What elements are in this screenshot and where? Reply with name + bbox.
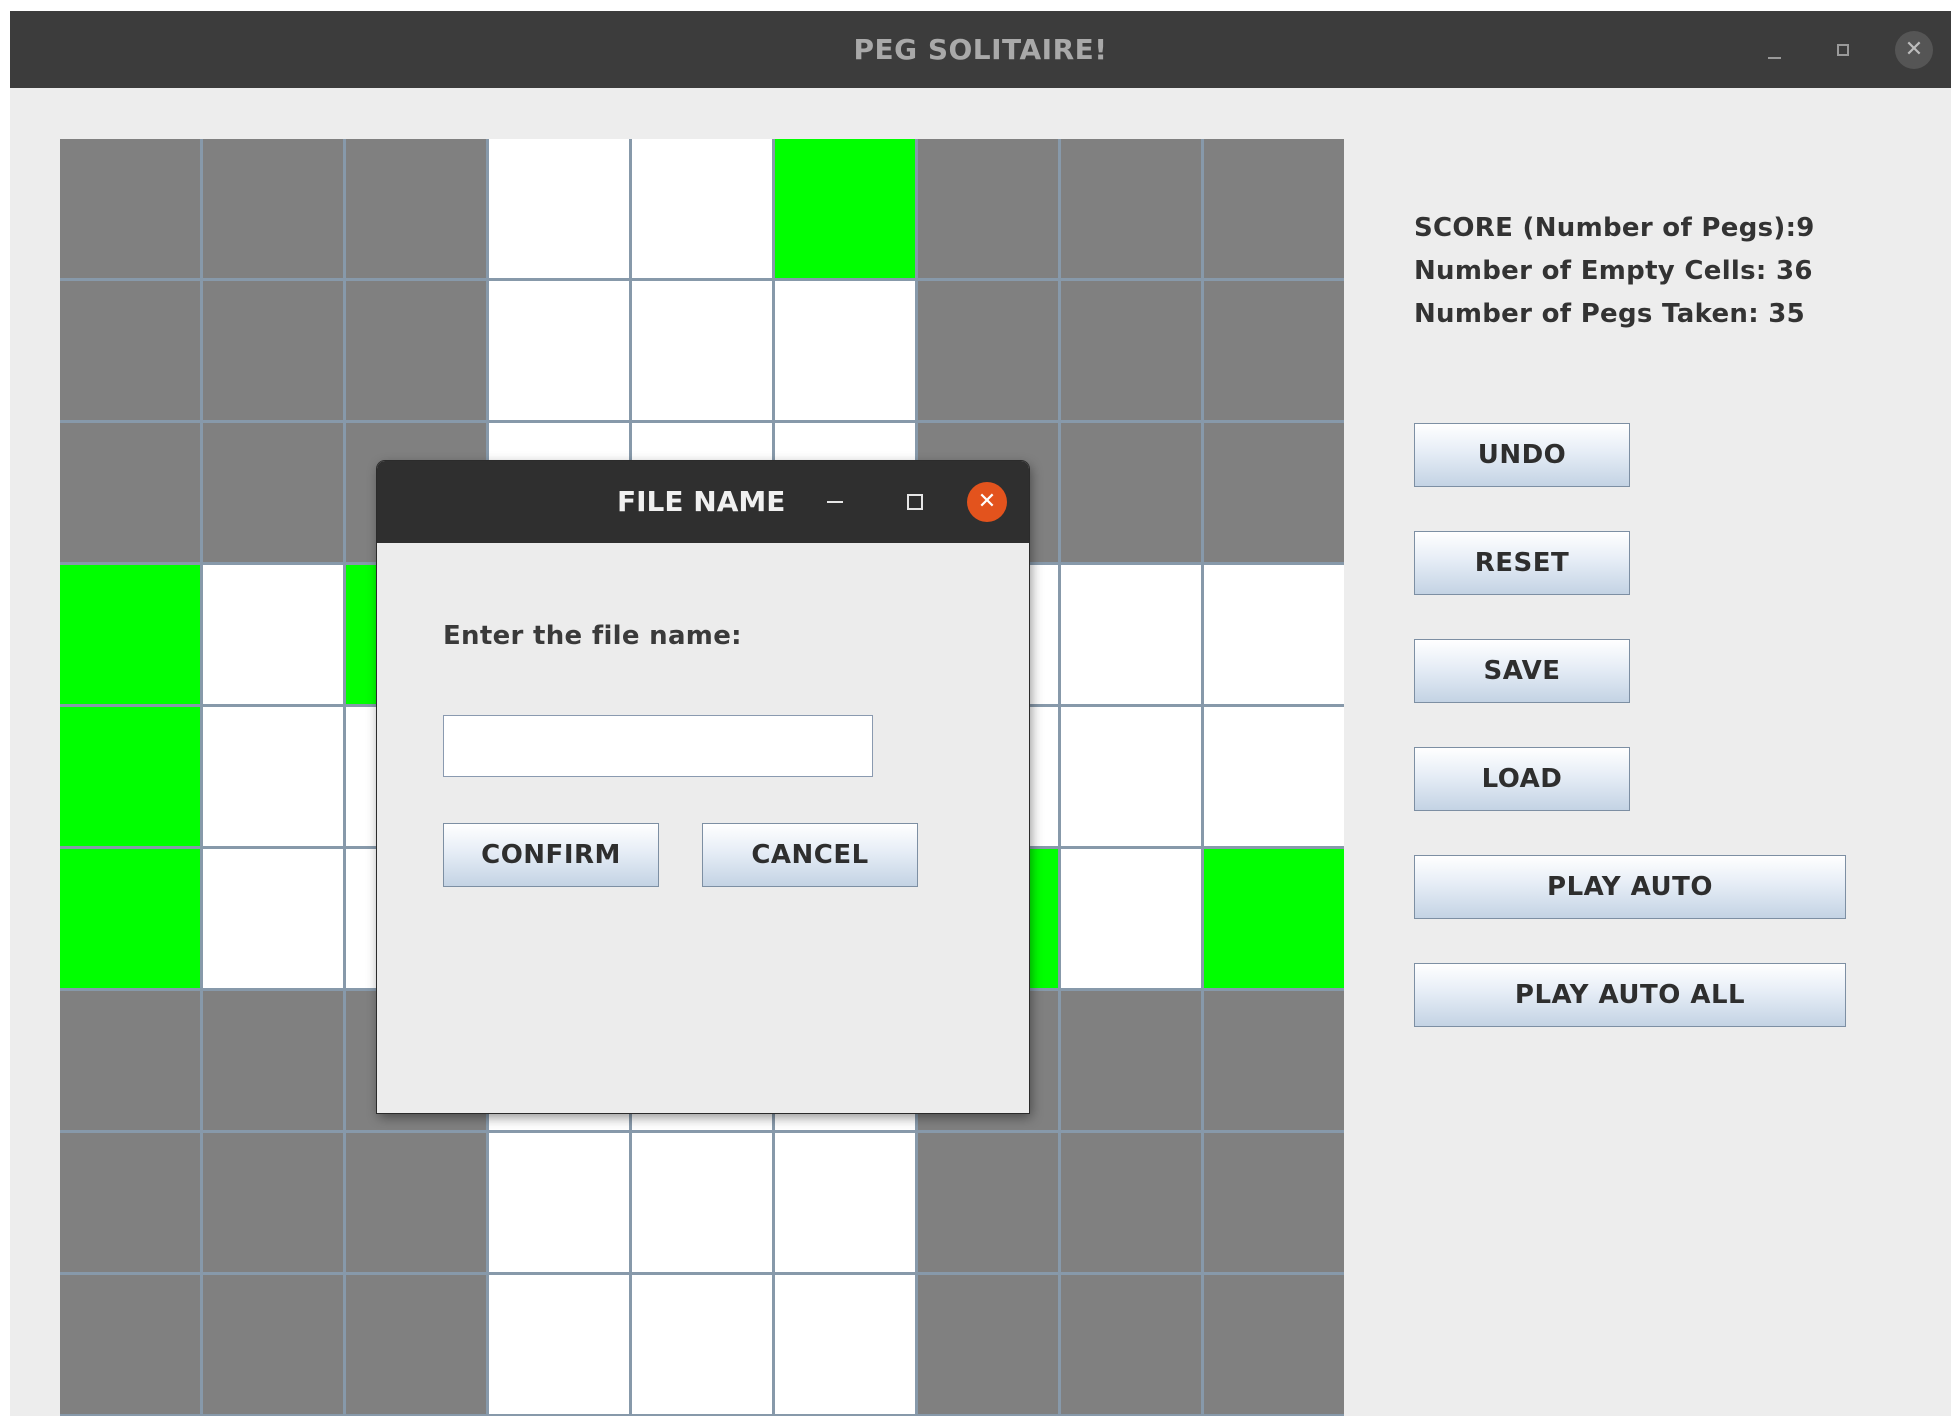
board-cell-empty[interactable] xyxy=(775,1133,915,1272)
board-cell-invalid xyxy=(1061,139,1201,278)
minimize-icon xyxy=(1768,57,1781,59)
board-cell-empty[interactable] xyxy=(489,139,629,278)
board-cell-invalid xyxy=(1061,991,1201,1130)
board-cell-empty[interactable] xyxy=(632,281,772,420)
reset-button[interactable]: RESET xyxy=(1414,531,1630,595)
board-cell-invalid xyxy=(60,281,200,420)
board-cell-empty[interactable] xyxy=(1204,707,1344,846)
confirm-button[interactable]: CONFIRM xyxy=(443,823,659,887)
board-cell-empty[interactable] xyxy=(489,1275,629,1414)
board-cell-invalid xyxy=(1061,1275,1201,1414)
board-cell-peg[interactable] xyxy=(60,565,200,704)
board-cell-peg[interactable] xyxy=(1204,849,1344,988)
board-cell-empty[interactable] xyxy=(775,1275,915,1414)
board-cell-peg[interactable] xyxy=(60,849,200,988)
board-cell-invalid xyxy=(1061,423,1201,562)
dialog-close-icon[interactable]: ✕ xyxy=(967,482,1007,522)
pegs-taken-label: Number of Pegs Taken: 35 xyxy=(1414,299,1806,329)
board-cell-empty[interactable] xyxy=(203,707,343,846)
close-button[interactable]: ✕ xyxy=(1895,31,1933,69)
board-cell-invalid xyxy=(203,281,343,420)
board-cell-invalid xyxy=(203,1275,343,1414)
board-cell-invalid xyxy=(1204,281,1344,420)
undo-button[interactable]: UNDO xyxy=(1414,423,1630,487)
board-cell-empty[interactable] xyxy=(632,1275,772,1414)
window-title: PEG SOLITAIRE! xyxy=(853,33,1108,66)
load-button[interactable]: LOAD xyxy=(1414,747,1630,811)
board-cell-invalid xyxy=(346,139,486,278)
board-cell-empty[interactable] xyxy=(1061,707,1201,846)
save-button[interactable]: SAVE xyxy=(1414,639,1630,703)
board-cell-empty[interactable] xyxy=(489,1133,629,1272)
board-cell-invalid xyxy=(60,1133,200,1272)
board-cell-invalid xyxy=(918,1275,1058,1414)
board-cell-invalid xyxy=(1204,423,1344,562)
board-cell-invalid xyxy=(203,139,343,278)
board-cell-empty[interactable] xyxy=(1204,565,1344,704)
maximize-button[interactable] xyxy=(1824,31,1862,69)
board-cell-invalid xyxy=(203,1133,343,1272)
score-label: SCORE (Number of Pegs):9 xyxy=(1414,213,1815,243)
board-cell-empty[interactable] xyxy=(489,281,629,420)
maximize-icon xyxy=(1837,44,1849,56)
board-cell-empty[interactable] xyxy=(1061,849,1201,988)
dialog-title-bar[interactable]: FILE NAME ✕ xyxy=(377,461,1029,543)
file-name-input[interactable] xyxy=(443,715,873,777)
minimize-button[interactable] xyxy=(1755,31,1793,69)
title-bar[interactable]: PEG SOLITAIRE! ✕ xyxy=(10,11,1951,88)
board-cell-invalid xyxy=(918,281,1058,420)
board-cell-invalid xyxy=(1204,1133,1344,1272)
dialog-prompt: Enter the file name: xyxy=(443,621,742,651)
board-cell-invalid xyxy=(1061,1133,1201,1272)
board-cell-invalid xyxy=(60,991,200,1130)
dialog-maximize-icon[interactable] xyxy=(907,494,923,510)
board-cell-invalid xyxy=(1204,1275,1344,1414)
close-icon: ✕ xyxy=(1904,37,1924,62)
empty-cells-label: Number of Empty Cells: 36 xyxy=(1414,256,1813,286)
board-cell-invalid xyxy=(346,1133,486,1272)
cancel-button[interactable]: CANCEL xyxy=(702,823,918,887)
board-cell-invalid xyxy=(1204,139,1344,278)
board-cell-peg[interactable] xyxy=(60,707,200,846)
play-auto-button[interactable]: PLAY AUTO xyxy=(1414,855,1846,919)
dialog-title: FILE NAME xyxy=(617,485,786,518)
board-cell-invalid xyxy=(60,1275,200,1414)
board-cell-empty[interactable] xyxy=(203,565,343,704)
app-window: PEG SOLITAIRE! ✕ SCORE (Number of Pegs):… xyxy=(10,11,1951,1416)
board-cell-empty[interactable] xyxy=(203,849,343,988)
dialog-minimize-icon[interactable] xyxy=(827,501,843,503)
board-cell-invalid xyxy=(60,423,200,562)
board-cell-invalid xyxy=(60,139,200,278)
board-cell-invalid xyxy=(346,1275,486,1414)
board-cell-invalid xyxy=(346,281,486,420)
board-cell-empty[interactable] xyxy=(632,139,772,278)
board-cell-invalid xyxy=(203,423,343,562)
board-cell-invalid xyxy=(918,1133,1058,1272)
board-cell-empty[interactable] xyxy=(632,1133,772,1272)
board-cell-invalid xyxy=(203,991,343,1130)
board-cell-invalid xyxy=(1204,991,1344,1130)
board-cell-invalid xyxy=(918,139,1058,278)
board-cell-empty[interactable] xyxy=(1061,565,1201,704)
board-cell-invalid xyxy=(1061,281,1201,420)
board-cell-peg[interactable] xyxy=(775,139,915,278)
board-cell-empty[interactable] xyxy=(775,281,915,420)
file-name-dialog: FILE NAME ✕ Enter the file name: CONFIRM… xyxy=(377,461,1029,1113)
play-auto-all-button[interactable]: PLAY AUTO ALL xyxy=(1414,963,1846,1027)
